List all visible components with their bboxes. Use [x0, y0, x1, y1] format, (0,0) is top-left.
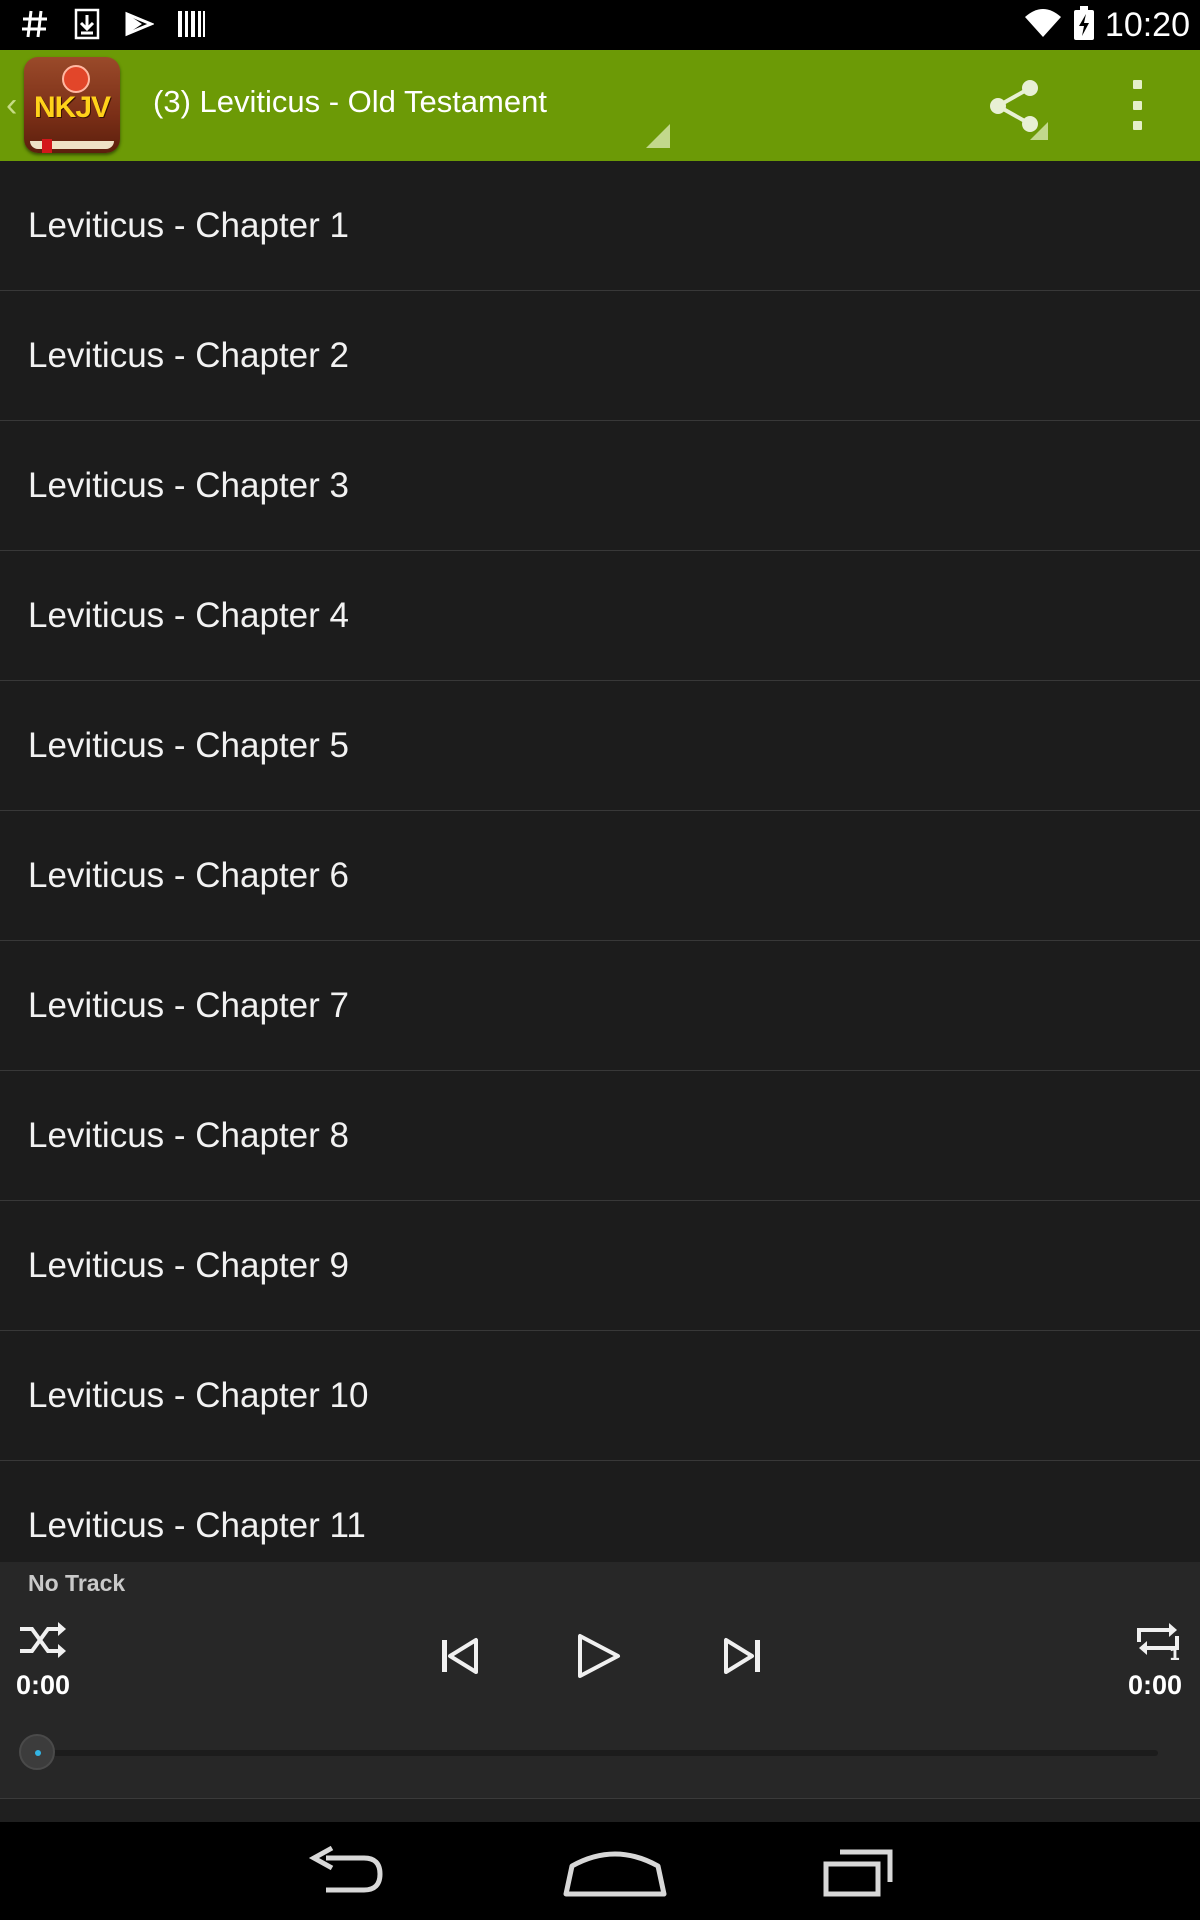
chapter-item-label: Leviticus - Chapter 3: [28, 465, 349, 505]
recent-apps-icon[interactable]: [822, 1844, 894, 1900]
chapter-item-label: Leviticus - Chapter 1: [28, 205, 349, 245]
shuffle-icon[interactable]: [18, 1620, 68, 1660]
chapter-item-label: Leviticus - Chapter 5: [28, 725, 349, 765]
seek-thumb[interactable]: [19, 1734, 55, 1770]
battery-charging-icon: [1073, 5, 1095, 45]
svg-text:1: 1: [1169, 1645, 1180, 1662]
bookmark-ribbon: [42, 139, 52, 153]
previous-track-icon[interactable]: [440, 1632, 480, 1680]
back-icon[interactable]: [306, 1844, 388, 1900]
chapter-item-2[interactable]: Leviticus - Chapter 2: [0, 291, 1200, 421]
player-footer: [0, 1798, 1200, 1823]
duration-time: 0:00: [1128, 1670, 1183, 1700]
elapsed-time: 0:00: [16, 1670, 71, 1700]
book-spinner-title[interactable]: (3) Leviticus - Old Testament: [153, 84, 547, 120]
play-store-icon: [124, 6, 154, 42]
chapter-item-10[interactable]: Leviticus - Chapter 10: [0, 1331, 1200, 1461]
download-icon: [72, 6, 102, 42]
repeat-one-icon[interactable]: 1: [1133, 1618, 1183, 1662]
chapter-item-label: Leviticus - Chapter 4: [28, 595, 349, 635]
chapter-item-label: Leviticus - Chapter 6: [28, 855, 349, 895]
chapter-item-label: Leviticus - Chapter 7: [28, 985, 349, 1025]
chapter-item-4[interactable]: Leviticus - Chapter 4: [0, 551, 1200, 681]
chapter-item-label: Leviticus - Chapter 9: [28, 1245, 349, 1285]
action-bar: ‹ NKJV (3) Leviticus - Old Testament: [0, 50, 1200, 161]
barcode-icon: [176, 6, 206, 42]
play-icon[interactable]: [576, 1632, 622, 1680]
next-track-icon[interactable]: [722, 1632, 762, 1680]
speaker-icon: [62, 65, 90, 93]
chapter-item-label: Leviticus - Chapter 8: [28, 1115, 349, 1155]
overflow-menu-icon[interactable]: [1120, 80, 1154, 130]
home-icon[interactable]: [560, 1844, 670, 1900]
seek-bar[interactable]: [22, 1750, 1158, 1756]
chapter-item-11[interactable]: Leviticus - Chapter 11: [0, 1461, 1200, 1562]
share-dropdown-triangle-icon[interactable]: [1030, 122, 1048, 140]
chapter-item-label: Leviticus - Chapter 2: [28, 335, 349, 375]
navigation-bar: [0, 1822, 1200, 1920]
spinner-triangle-icon[interactable]: [646, 124, 670, 148]
up-caret-icon[interactable]: ‹: [6, 86, 17, 125]
hash-icon: [20, 6, 50, 42]
chapter-item-7[interactable]: Leviticus - Chapter 7: [0, 941, 1200, 1071]
chapter-item-label: Leviticus - Chapter 10: [28, 1375, 369, 1415]
chapter-item-6[interactable]: Leviticus - Chapter 6: [0, 811, 1200, 941]
status-bar: 10:20: [0, 0, 1200, 50]
app-logo-text: NKJV: [33, 91, 111, 124]
chapter-item-label: Leviticus - Chapter 11: [28, 1505, 366, 1545]
chapter-item-8[interactable]: Leviticus - Chapter 8: [0, 1071, 1200, 1201]
chapter-item-3[interactable]: Leviticus - Chapter 3: [0, 421, 1200, 551]
chapter-list: Leviticus - Chapter 1 Leviticus - Chapte…: [0, 161, 1200, 1562]
clock: 10:20: [1104, 5, 1190, 44]
audio-player: No Track 0:00 1 0:00: [0, 1562, 1200, 1798]
chapter-item-1[interactable]: Leviticus - Chapter 1: [0, 161, 1200, 291]
track-title: No Track: [28, 1570, 126, 1596]
chapter-item-9[interactable]: Leviticus - Chapter 9: [0, 1201, 1200, 1331]
wifi-icon: [1023, 7, 1063, 44]
app-logo[interactable]: NKJV: [24, 57, 120, 153]
chapter-item-5[interactable]: Leviticus - Chapter 5: [0, 681, 1200, 811]
